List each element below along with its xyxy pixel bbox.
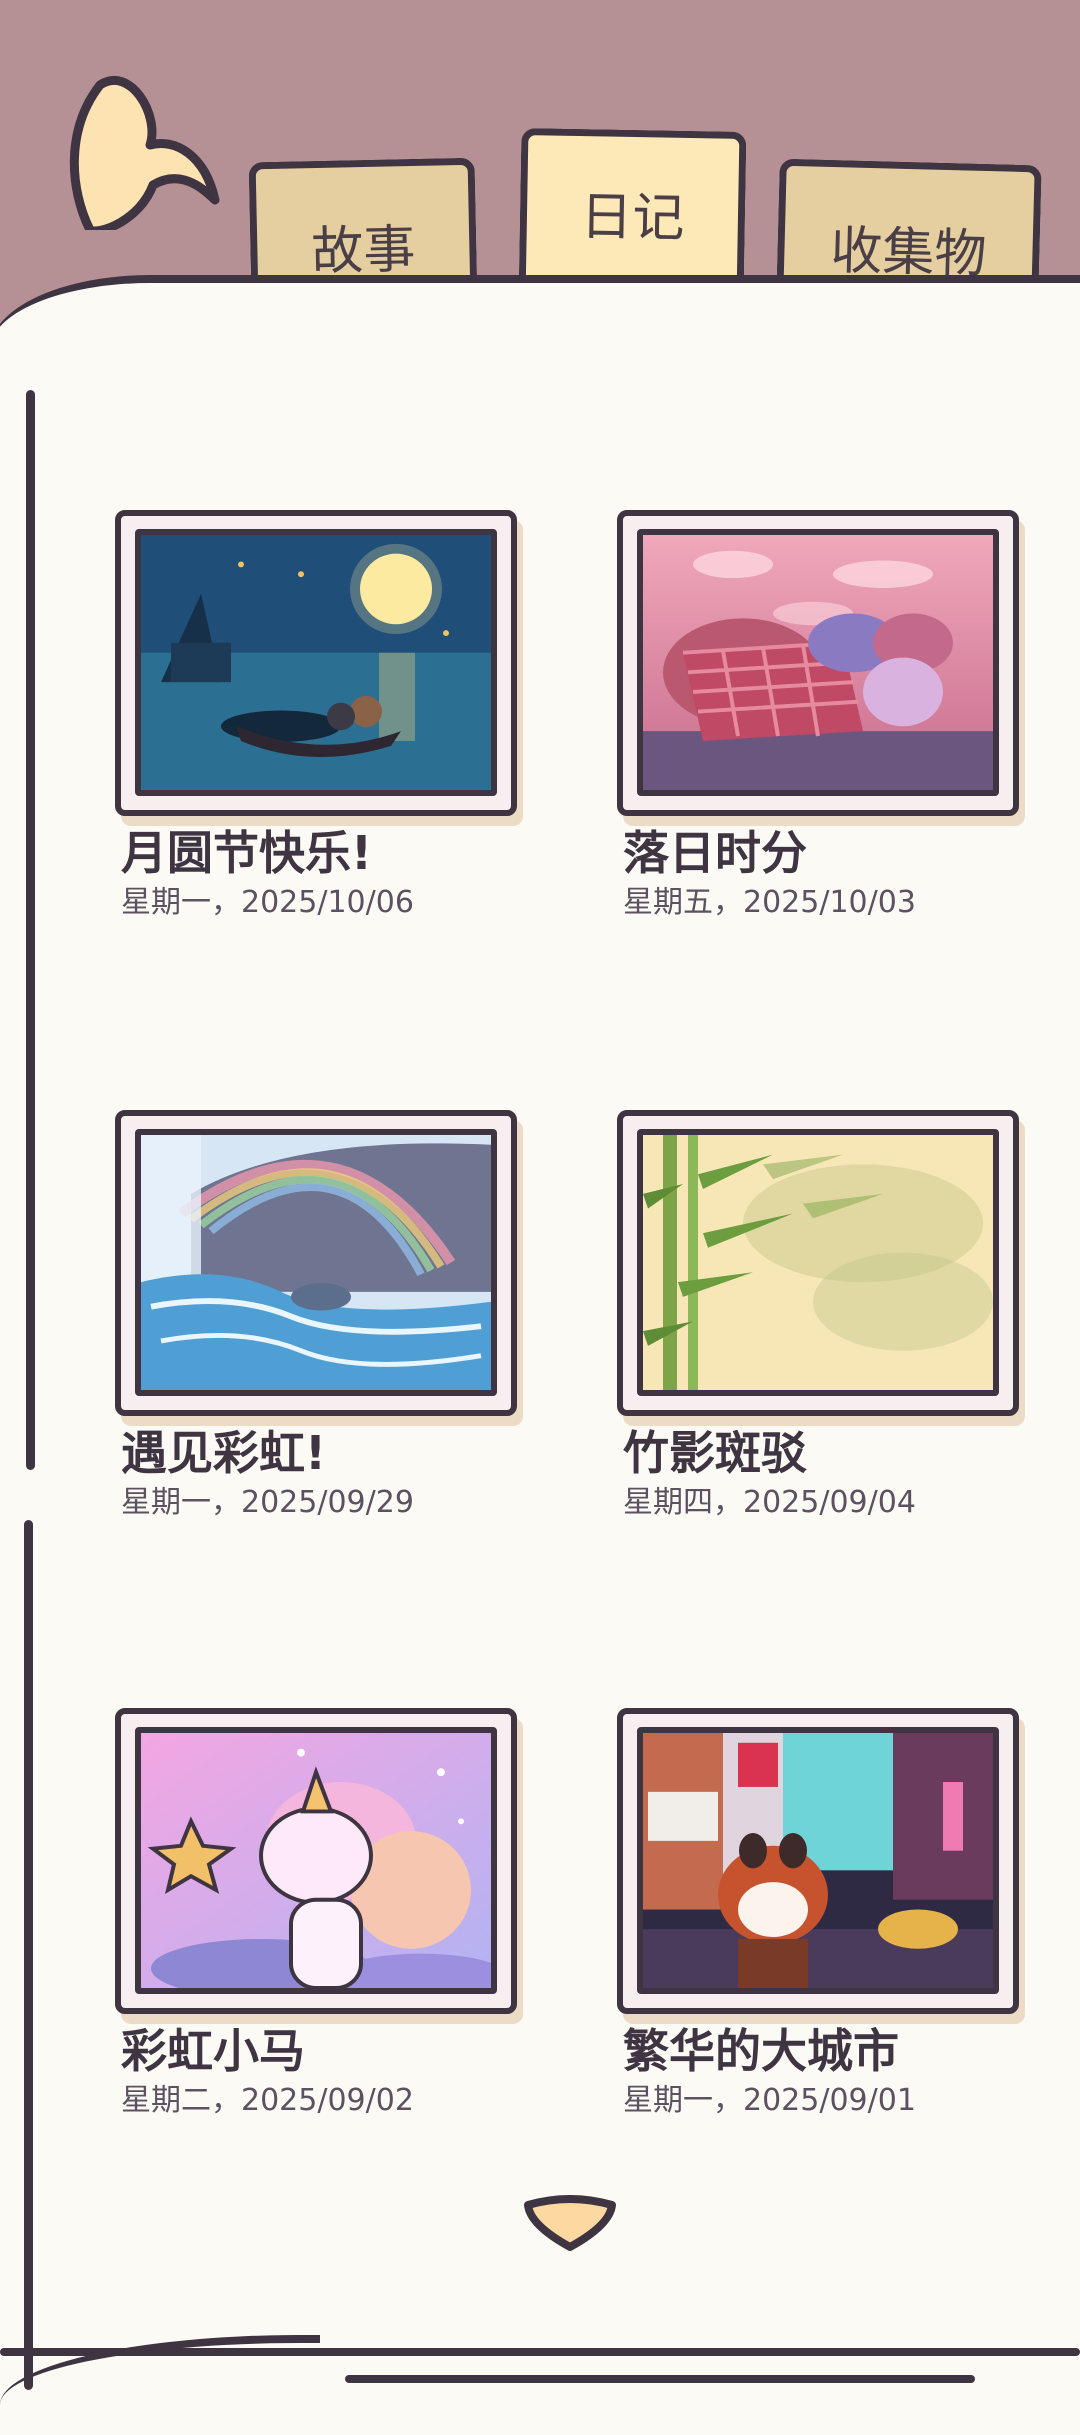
entry-title: 月圆节快乐! xyxy=(121,826,372,880)
diary-entry-sunset[interactable]: 落日时分 星期五，2025/10/03 xyxy=(617,510,1027,921)
bamboo-shadow-scene xyxy=(637,1129,999,1396)
entry-date: 星期五，2025/10/03 xyxy=(623,885,916,921)
diary-entry-bamboo[interactable]: 竹影斑驳 星期四，2025/09/04 xyxy=(617,1110,1027,1521)
entry-date: 星期二，2025/09/02 xyxy=(121,2083,414,2119)
diary-entry-unicorn[interactable]: 彩虹小马 星期二，2025/09/02 xyxy=(115,1708,525,2119)
sunset-picnic-blanket-scene xyxy=(637,529,999,796)
photo-frame xyxy=(617,1110,1019,1416)
photo-frame xyxy=(617,510,1019,816)
page-spine xyxy=(26,390,35,1470)
diary-entry-rainbow[interactable]: 遇见彩虹! 星期一，2025/09/29 xyxy=(115,1110,525,1521)
entry-date: 星期四，2025/09/04 xyxy=(623,1485,916,1521)
photo-frame xyxy=(115,1708,517,2014)
red-panda-city-scene xyxy=(637,1727,999,1994)
scroll-down-icon xyxy=(524,2195,616,2251)
unicorn-pony-scene xyxy=(135,1727,497,1994)
diary-entry-moon-festival[interactable]: 月圆节快乐! 星期一，2025/10/06 xyxy=(115,510,525,921)
entry-date: 星期一，2025/10/06 xyxy=(121,885,414,921)
back-arrow-icon xyxy=(69,75,220,236)
entry-date: 星期一，2025/09/29 xyxy=(121,1485,414,1521)
photo-frame xyxy=(115,1110,517,1416)
entry-title: 彩虹小马 xyxy=(121,2024,305,2078)
entry-title: 落日时分 xyxy=(623,826,807,880)
entry-date: 星期一，2025/09/01 xyxy=(623,2083,916,2119)
diary-entry-big-city[interactable]: 繁华的大城市 星期一，2025/09/01 xyxy=(617,1708,1027,2119)
page-bottom-edge xyxy=(0,2348,1080,2356)
scroll-down-button[interactable] xyxy=(520,2195,620,2255)
moon-festival-lake-scene xyxy=(135,529,497,796)
entry-title: 遇见彩虹! xyxy=(121,1426,326,1480)
entry-title: 竹影斑驳 xyxy=(623,1426,807,1480)
photo-frame xyxy=(115,510,517,816)
rainbow-waterfall-scene xyxy=(135,1129,497,1396)
page-bottom-edge xyxy=(345,2375,975,2383)
back-button[interactable] xyxy=(55,60,235,236)
photo-frame xyxy=(617,1708,1019,2014)
entry-title: 繁华的大城市 xyxy=(623,2024,899,2078)
page-spine xyxy=(24,1520,33,2390)
